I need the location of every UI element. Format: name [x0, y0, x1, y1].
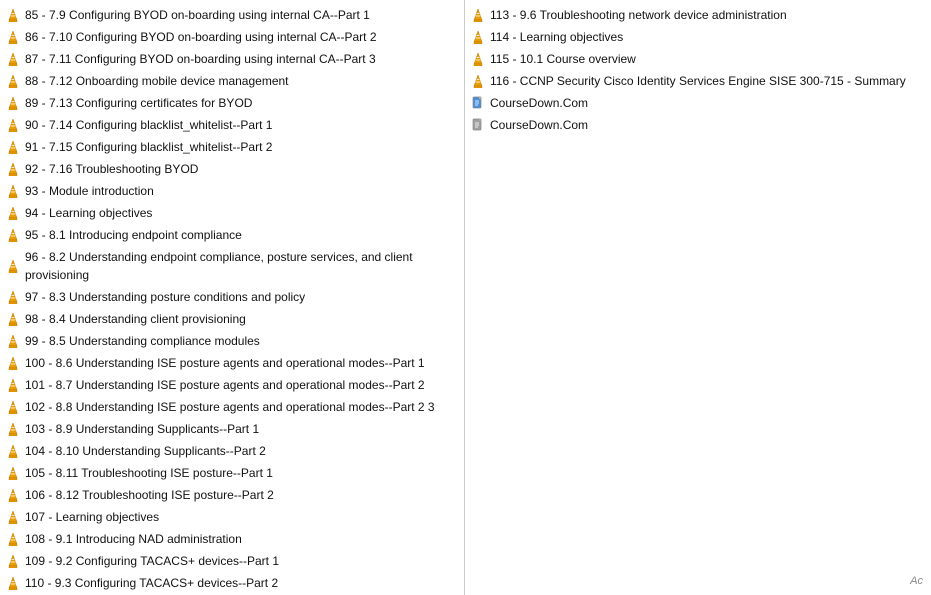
left-panel: 85 - 7.9 Configuring BYOD on-boarding us…	[0, 0, 465, 595]
cone-icon	[6, 228, 20, 242]
list-item[interactable]: 91 - 7.15 Configuring blacklist_whitelis…	[0, 136, 464, 158]
cone-icon	[6, 444, 20, 458]
cone-icon	[6, 118, 20, 132]
item-label: CourseDown.Com	[490, 94, 588, 112]
list-item[interactable]: 103 - 8.9 Understanding Supplicants--Par…	[0, 418, 464, 440]
right-panel: 113 - 9.6 Troubleshooting network device…	[465, 0, 931, 595]
list-item[interactable]: 88 - 7.12 Onboarding mobile device manag…	[0, 70, 464, 92]
cone-icon	[6, 52, 20, 66]
item-label: 102 - 8.8 Understanding ISE posture agen…	[25, 398, 435, 416]
cone-icon	[471, 8, 485, 22]
list-item[interactable]: 86 - 7.10 Configuring BYOD on-boarding u…	[0, 26, 464, 48]
list-item[interactable]: 100 - 8.6 Understanding ISE posture agen…	[0, 352, 464, 374]
cone-icon	[471, 30, 485, 44]
list-item[interactable]: 95 - 8.1 Introducing endpoint compliance	[0, 224, 464, 246]
item-label: 115 - 10.1 Course overview	[490, 50, 636, 68]
list-item[interactable]: 115 - 10.1 Course overview	[465, 48, 931, 70]
list-item[interactable]: 94 - Learning objectives	[0, 202, 464, 224]
list-item[interactable]: 104 - 8.10 Understanding Supplicants--Pa…	[0, 440, 464, 462]
item-label: 113 - 9.6 Troubleshooting network device…	[490, 6, 787, 24]
item-label: 94 - Learning objectives	[25, 204, 152, 222]
item-label: 105 - 8.11 Troubleshooting ISE posture--…	[25, 464, 273, 482]
cone-icon	[6, 184, 20, 198]
cone-icon	[6, 259, 20, 273]
cone-icon	[6, 312, 20, 326]
cone-icon	[6, 466, 20, 480]
item-label: 104 - 8.10 Understanding Supplicants--Pa…	[25, 442, 266, 460]
list-item[interactable]: 105 - 8.11 Troubleshooting ISE posture--…	[0, 462, 464, 484]
list-item[interactable]: 96 - 8.2 Understanding endpoint complian…	[0, 246, 464, 286]
item-label: 101 - 8.7 Understanding ISE posture agen…	[25, 376, 425, 394]
item-label: 100 - 8.6 Understanding ISE posture agen…	[25, 354, 425, 372]
cone-icon	[6, 554, 20, 568]
item-label: 89 - 7.13 Configuring certificates for B…	[25, 94, 252, 112]
list-item[interactable]: 106 - 8.12 Troubleshooting ISE posture--…	[0, 484, 464, 506]
cone-icon	[6, 378, 20, 392]
item-label: 91 - 7.15 Configuring blacklist_whitelis…	[25, 138, 272, 156]
item-label: 109 - 9.2 Configuring TACACS+ devices--P…	[25, 552, 279, 570]
item-label: 99 - 8.5 Understanding compliance module…	[25, 332, 260, 350]
cone-icon	[6, 8, 20, 22]
cone-icon	[6, 162, 20, 176]
list-item[interactable]: 92 - 7.16 Troubleshooting BYOD	[0, 158, 464, 180]
list-item[interactable]: CourseDown.Com	[465, 114, 931, 136]
item-label: 86 - 7.10 Configuring BYOD on-boarding u…	[25, 28, 377, 46]
item-label: 97 - 8.3 Understanding posture condition…	[25, 288, 305, 306]
cone-icon	[6, 140, 20, 154]
cone-icon	[6, 488, 20, 502]
list-item[interactable]: 98 - 8.4 Understanding client provisioni…	[0, 308, 464, 330]
item-label: CourseDown.Com	[490, 116, 588, 134]
item-label: 96 - 8.2 Understanding endpoint complian…	[25, 248, 458, 284]
cone-icon	[6, 510, 20, 524]
item-label: 87 - 7.11 Configuring BYOD on-boarding u…	[25, 50, 376, 68]
cone-icon	[6, 96, 20, 110]
cone-icon	[6, 532, 20, 546]
item-label: 116 - CCNP Security Cisco Identity Servi…	[490, 72, 906, 90]
item-label: 103 - 8.9 Understanding Supplicants--Par…	[25, 420, 259, 438]
item-label: 106 - 8.12 Troubleshooting ISE posture--…	[25, 486, 274, 504]
list-item[interactable]: 89 - 7.13 Configuring certificates for B…	[0, 92, 464, 114]
cone-icon	[471, 52, 485, 66]
cone-icon	[6, 356, 20, 370]
list-item[interactable]: 87 - 7.11 Configuring BYOD on-boarding u…	[0, 48, 464, 70]
item-label: 114 - Learning objectives	[490, 28, 623, 46]
cone-icon	[6, 334, 20, 348]
item-label: 88 - 7.12 Onboarding mobile device manag…	[25, 72, 289, 90]
cone-icon	[6, 290, 20, 304]
list-item[interactable]: 102 - 8.8 Understanding ISE posture agen…	[0, 396, 464, 418]
list-item[interactable]: 101 - 8.7 Understanding ISE posture agen…	[0, 374, 464, 396]
list-item[interactable]: 90 - 7.14 Configuring blacklist_whitelis…	[0, 114, 464, 136]
list-item[interactable]: 114 - Learning objectives	[465, 26, 931, 48]
list-item[interactable]: 93 - Module introduction	[0, 180, 464, 202]
list-item[interactable]: 97 - 8.3 Understanding posture condition…	[0, 286, 464, 308]
list-item[interactable]: 108 - 9.1 Introducing NAD administration	[0, 528, 464, 550]
item-label: 93 - Module introduction	[25, 182, 154, 200]
cone-icon	[471, 74, 485, 88]
list-item[interactable]: 107 - Learning objectives	[0, 506, 464, 528]
item-label: 85 - 7.9 Configuring BYOD on-boarding us…	[25, 6, 370, 24]
file-icon	[471, 118, 485, 132]
cone-icon	[6, 400, 20, 414]
list-item[interactable]: 109 - 9.2 Configuring TACACS+ devices--P…	[0, 550, 464, 572]
file-icon	[471, 96, 485, 110]
item-label: 110 - 9.3 Configuring TACACS+ devices--P…	[25, 574, 278, 592]
item-label: 98 - 8.4 Understanding client provisioni…	[25, 310, 246, 328]
cone-icon	[6, 206, 20, 220]
list-item[interactable]: 85 - 7.9 Configuring BYOD on-boarding us…	[0, 4, 464, 26]
list-item[interactable]: 110 - 9.3 Configuring TACACS+ devices--P…	[0, 572, 464, 594]
cone-icon	[6, 576, 20, 590]
list-item[interactable]: 116 - CCNP Security Cisco Identity Servi…	[465, 70, 931, 92]
cone-icon	[6, 74, 20, 88]
item-label: 90 - 7.14 Configuring blacklist_whitelis…	[25, 116, 272, 134]
list-item[interactable]: 113 - 9.6 Troubleshooting network device…	[465, 4, 931, 26]
item-label: 108 - 9.1 Introducing NAD administration	[25, 530, 242, 548]
item-label: 92 - 7.16 Troubleshooting BYOD	[25, 160, 198, 178]
cone-icon	[6, 422, 20, 436]
bottom-label: Ac	[910, 575, 923, 587]
list-item[interactable]: CourseDown.Com	[465, 92, 931, 114]
cone-icon	[6, 30, 20, 44]
item-label: 95 - 8.1 Introducing endpoint compliance	[25, 226, 242, 244]
item-label: 107 - Learning objectives	[25, 508, 159, 526]
list-item[interactable]: 99 - 8.5 Understanding compliance module…	[0, 330, 464, 352]
